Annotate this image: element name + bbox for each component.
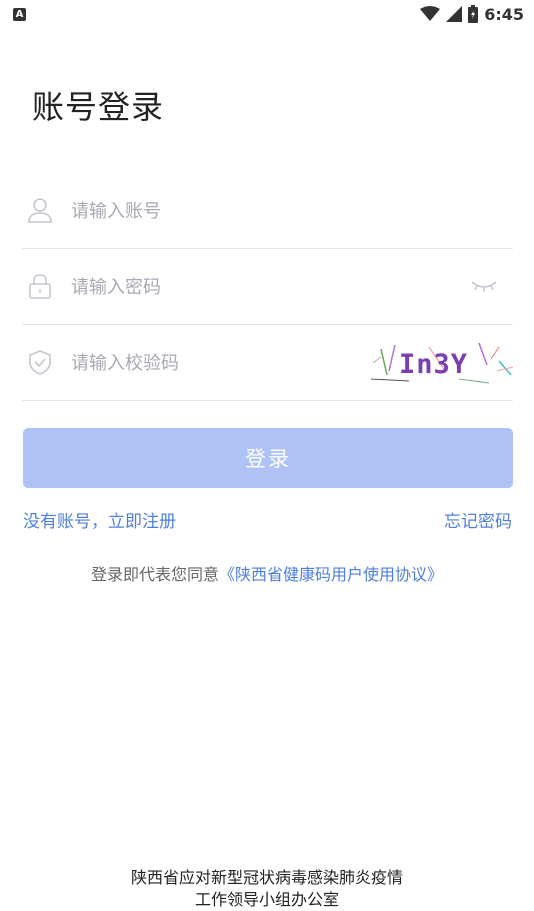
password-input[interactable] [69,271,433,303]
password-field-row [22,249,513,325]
register-link[interactable]: 立即注册 [108,512,176,532]
agreement-prefix: 登录即代表您同意 [90,565,219,584]
status-bar: A 6:45 [0,0,534,28]
agreement-text: 登录即代表您同意《陕西省健康码用户使用协议》 [0,561,534,585]
agreement-link[interactable]: 《陕西省健康码用户使用协议》 [219,565,443,584]
captcha-text: In3Y [399,349,468,380]
battery-icon [468,5,479,23]
wifi-icon [420,6,441,21]
no-account-text: 没有账号， [23,512,108,532]
eye-closed-icon[interactable] [469,277,499,295]
status-bar-right: 6:45 [420,4,524,24]
account-input[interactable] [69,195,433,227]
person-icon [28,198,52,223]
lock-icon [29,274,51,299]
cell-signal-icon [446,6,463,22]
page-title: 账号登录 [32,88,165,126]
register-line: 没有账号，立即注册 [23,507,176,532]
login-button[interactable]: 登录 [23,428,513,488]
notification-icon: A [13,8,26,21]
footer-line-1: 陕西省应对新型冠状病毒感染肺炎疫情 [130,868,403,887]
footer-organization: 陕西省应对新型冠状病毒感染肺炎疫情 工作领导小组办公室 [0,867,534,911]
status-time: 6:45 [484,4,524,24]
account-field-row [22,173,513,249]
footer-line-2: 工作领导小组办公室 [194,890,339,909]
captcha-field-row: In3Y [22,325,513,401]
captcha-image[interactable]: In3Y [369,339,513,385]
shield-check-icon [29,350,51,375]
forgot-password-link[interactable]: 忘记密码 [444,507,512,532]
